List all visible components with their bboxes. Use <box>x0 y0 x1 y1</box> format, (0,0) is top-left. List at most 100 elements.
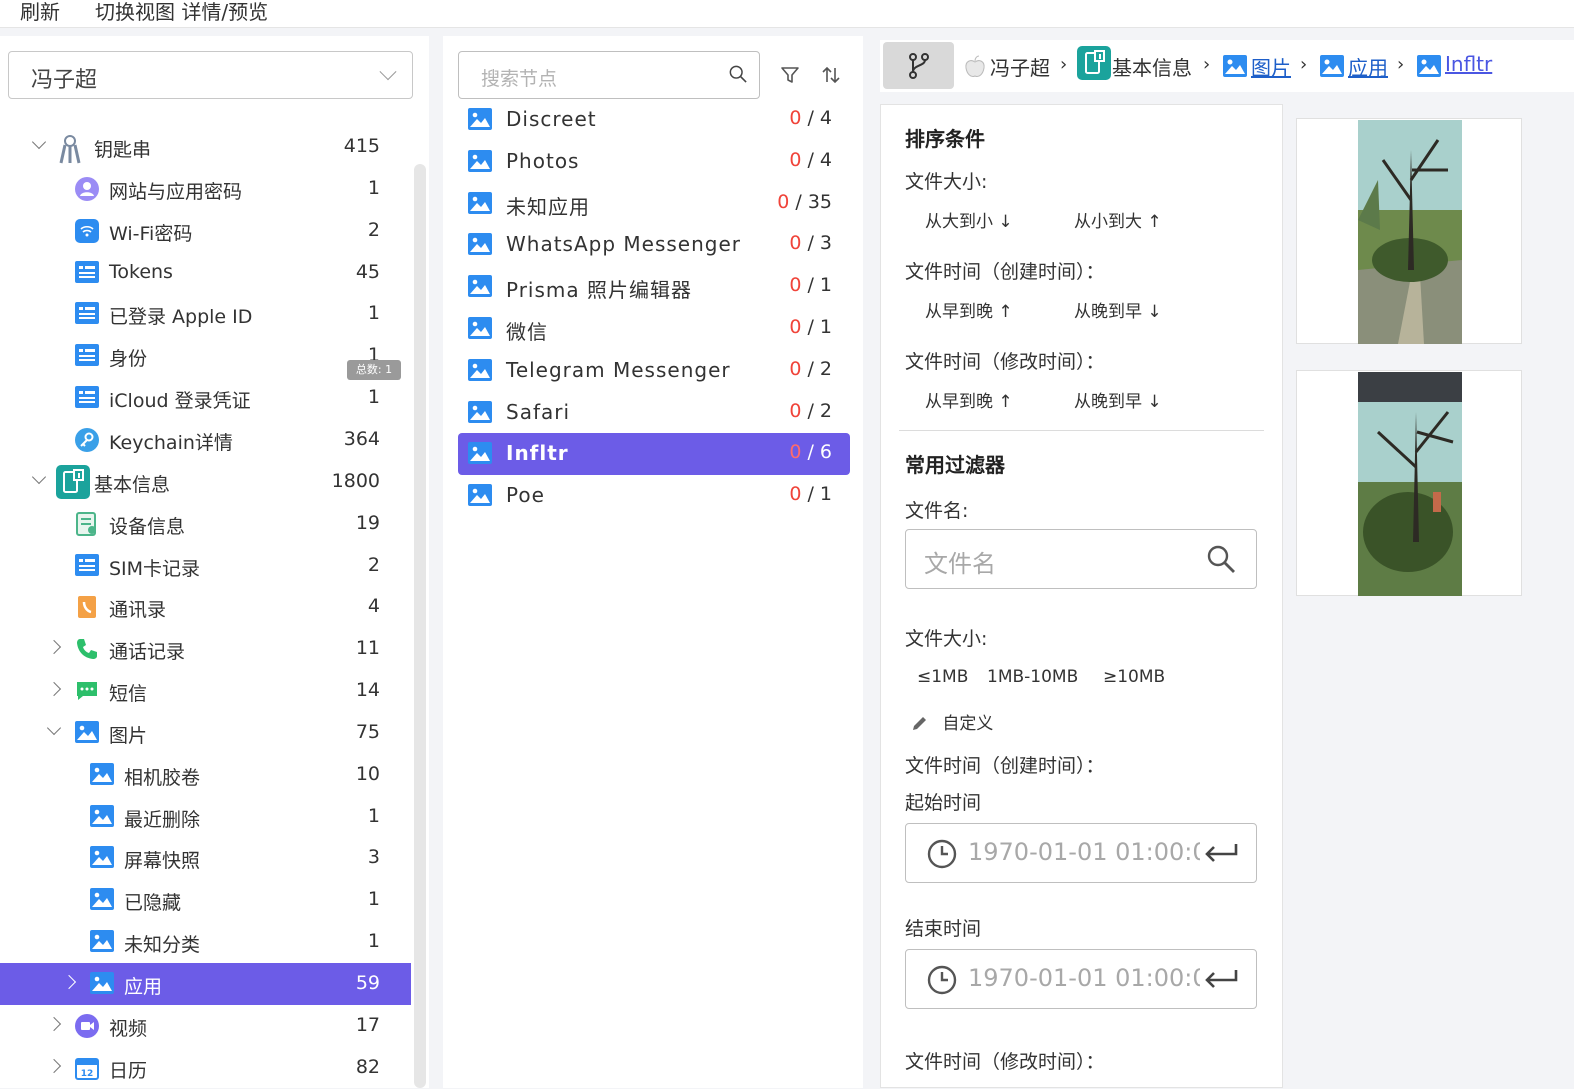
sort-size-asc[interactable]: 从小到大 ↑ <box>1074 207 1162 232</box>
tree-item-label: 通话记录 <box>109 641 186 664</box>
device-name: 冯子超 <box>31 68 98 93</box>
tree-item[interactable]: 相机胶卷 10 <box>0 754 411 796</box>
search-icon[interactable] <box>1206 544 1236 574</box>
tree-item[interactable]: SIM卡记录 2 <box>0 545 411 587</box>
app-count: 0 / 2 <box>789 400 832 422</box>
start-time-input[interactable]: 1970-01-01 01:00:00 <box>905 823 1257 883</box>
file-name-input[interactable]: 文件名 <box>905 529 1257 589</box>
tree-item[interactable]: iCloud 登录凭证 1 <box>0 377 411 419</box>
chevron-right-icon[interactable] <box>46 681 62 697</box>
sort-ctime-late[interactable]: 从晚到早 ↓ <box>1074 297 1162 322</box>
tree-item[interactable]: 视频 17 <box>0 1005 411 1047</box>
app-list-panel: 搜索节点 Discreet 0 / 4 Photos 0 / 4 未知应用 0 / 35 W… <box>443 36 863 1088</box>
crumb-images[interactable]: 图片 <box>1251 52 1291 81</box>
filter-icon[interactable] <box>779 64 801 86</box>
tree-item[interactable]: 12 日历 82 <box>0 1047 411 1089</box>
device-info-icon <box>75 511 99 536</box>
tree-item-count: 1 <box>367 930 380 953</box>
image-thumbnail[interactable] <box>1296 118 1522 344</box>
sort-mtime-early[interactable]: 从早到晚 ↑ <box>925 387 1013 412</box>
tree-item[interactable]: 通讯录 4 <box>0 586 411 628</box>
end-time-input[interactable]: 1970-01-01 01:00:00 <box>905 949 1257 1009</box>
app-list-item[interactable]: Telegram Messenger 0 / 2 <box>458 350 850 392</box>
refresh-button[interactable]: 刷新 <box>20 0 60 24</box>
sort-size-desc-label: 从大到小 <box>925 212 993 232</box>
tree-item-label: 基本信息 <box>94 473 171 496</box>
chevron-down-icon[interactable] <box>31 469 47 484</box>
tree-item-count: 14 <box>355 679 380 702</box>
app-list-item[interactable]: Poe 0 / 1 <box>458 475 850 517</box>
app-name: Prisma 照片编辑器 <box>506 278 693 303</box>
crumb-apps[interactable]: 应用 <box>1348 52 1388 81</box>
tree-item[interactable]: Wi-Fi密码 2 <box>0 210 411 252</box>
sort-title: 排序条件 <box>905 127 985 151</box>
app-list-item[interactable]: Discreet 0 / 4 <box>458 99 850 141</box>
list-icon <box>75 302 99 326</box>
crumb-current[interactable]: Infltr <box>1445 52 1492 76</box>
tree-item[interactable]: Keychain详情 364 <box>0 419 411 461</box>
tree-item-label: 日历 <box>109 1059 148 1082</box>
tree-item[interactable]: 已登录 Apple ID 1 <box>0 293 411 335</box>
image-icon <box>468 149 492 172</box>
app-total-count: / 35 <box>795 190 832 213</box>
tree-item[interactable]: 设备信息 19 <box>0 503 411 545</box>
app-total-count: / 2 <box>807 399 832 422</box>
image-thumbnail[interactable] <box>1296 370 1522 596</box>
tree-panel: 冯子超 钥匙串 415 网站与应用密码 1 Wi-Fi密码 2 Tokens 45 已登录 Ap… <box>0 36 429 1088</box>
tree-scrollbar[interactable] <box>414 164 426 1088</box>
tree-item[interactable]: 应用 59 <box>0 963 411 1005</box>
size-filter-big[interactable]: ≥10MB <box>1103 667 1165 687</box>
sort-ctime-early[interactable]: 从早到晚 ↑ <box>925 297 1013 322</box>
tree-item[interactable]: 通话记录 11 <box>0 628 411 670</box>
tree-item-count: 11 <box>355 637 380 660</box>
sort-size-desc[interactable]: 从大到小 ↓ <box>925 207 1013 232</box>
calendar-icon: 12 <box>75 1056 99 1080</box>
sort-icon[interactable] <box>820 64 842 86</box>
tree-item[interactable]: 基本信息 1800 <box>0 461 411 503</box>
breadcrumb: 冯子超 › 基本信息 › 图片 › 应用 › Infltr <box>880 40 1574 92</box>
node-search-input[interactable]: 搜索节点 <box>458 51 760 99</box>
chevron-right-icon[interactable] <box>46 1016 62 1031</box>
device-select[interactable]: 冯子超 <box>8 51 413 99</box>
app-list-item[interactable]: Infltr 0 / 6 <box>458 433 850 476</box>
sort-ctime-early-label: 从早到晚 <box>925 302 993 322</box>
app-list-item[interactable]: 未知应用 0 / 35 <box>458 183 850 225</box>
switch-view-button[interactable]: 切换视图 详情/预览 <box>95 0 268 24</box>
crumb-basic-info[interactable]: 基本信息 <box>1112 52 1192 81</box>
tree-item[interactable]: 短信 14 <box>0 670 411 712</box>
branch-button[interactable] <box>883 42 954 89</box>
tree-item[interactable]: 网站与应用密码 1 <box>0 168 411 210</box>
app-list-item[interactable]: WhatsApp Messenger 0 / 3 <box>458 224 850 266</box>
tree-item[interactable]: 未知分类 1 <box>0 921 411 963</box>
app-list-item[interactable]: Photos 0 / 4 <box>458 141 850 183</box>
chevron-right-icon[interactable] <box>46 640 62 655</box>
chevron-down-icon[interactable] <box>46 720 62 735</box>
app-list-item[interactable]: Safari 0 / 2 <box>458 392 850 434</box>
tree-item-count: 364 <box>343 427 380 450</box>
tree-item-label: iCloud 登录凭证 <box>109 390 251 413</box>
app-checked-count: 0 <box>789 483 802 506</box>
chevron-right-icon[interactable] <box>61 974 77 990</box>
size-filter-small[interactable]: ≤1MB <box>917 667 968 687</box>
tree-item[interactable]: 钥匙串 415 <box>0 126 411 168</box>
sort-mtime-late[interactable]: 从晚到早 ↓ <box>1074 387 1162 412</box>
app-list-item[interactable]: 微信 0 / 1 <box>458 308 850 350</box>
tree-item[interactable]: 最近删除 1 <box>0 796 411 838</box>
sort-ctime-late-label: 从晚到早 <box>1074 302 1142 322</box>
tree-item[interactable]: 已隐藏 1 <box>0 879 411 921</box>
app-list-item[interactable]: Prisma 照片编辑器 0 / 1 <box>458 266 850 308</box>
size-filter-mid[interactable]: 1MB-10MB <box>987 667 1078 687</box>
enter-icon[interactable] <box>1204 842 1238 864</box>
crumb-device[interactable]: 冯子超 <box>990 52 1050 81</box>
enter-icon[interactable] <box>1204 968 1238 990</box>
search-icon[interactable] <box>729 65 747 83</box>
chevron-down-icon[interactable] <box>31 134 47 150</box>
custom-size-button[interactable]: 自定义 <box>911 709 993 734</box>
app-name: 未知应用 <box>506 194 590 219</box>
tree-item[interactable]: 图片 75 <box>0 712 411 754</box>
chevron-right-icon[interactable] <box>46 1058 62 1073</box>
tree-item[interactable]: Tokens 45 <box>0 252 411 294</box>
top-toolbar: 刷新 切换视图 详情/预览 <box>0 0 1574 28</box>
tree-item[interactable]: 屏幕快照 3 <box>0 837 411 879</box>
image-icon <box>90 888 114 912</box>
